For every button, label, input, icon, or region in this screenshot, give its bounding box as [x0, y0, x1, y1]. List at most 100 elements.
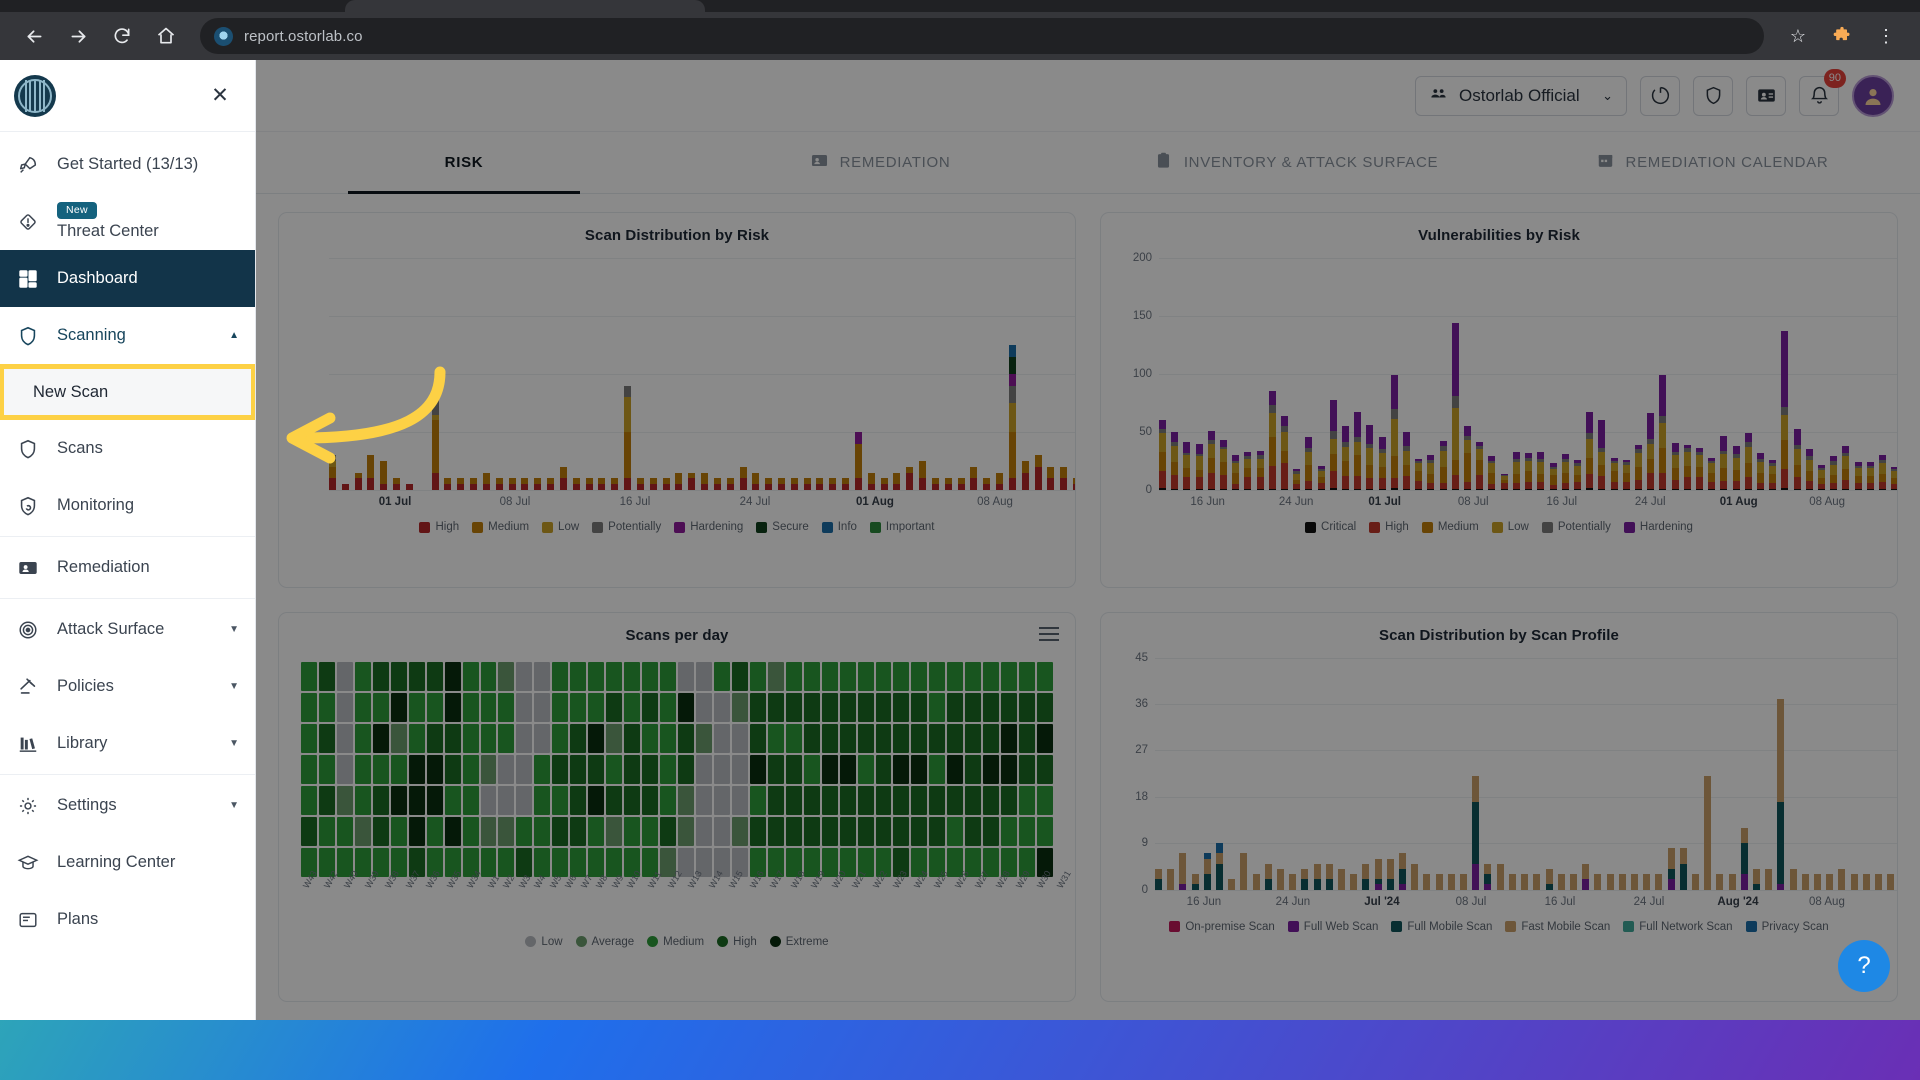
bar[interactable] — [662, 478, 670, 490]
back-arrow-icon[interactable] — [14, 16, 54, 56]
heatmap-cell[interactable] — [516, 785, 533, 815]
legend-item[interactable]: High — [717, 936, 757, 948]
bar[interactable] — [1293, 469, 1301, 490]
heatmap-cell[interactable] — [516, 692, 533, 722]
legend-item[interactable]: On-premise Scan — [1169, 921, 1275, 933]
heatmap-cell[interactable] — [642, 723, 659, 753]
heatmap-cell[interactable] — [354, 816, 371, 846]
heatmap-cell[interactable] — [534, 723, 551, 753]
bar[interactable] — [1557, 874, 1565, 890]
heatmap-cell[interactable] — [749, 723, 766, 753]
heatmap-cell[interactable] — [354, 661, 371, 691]
shield-status-icon[interactable] — [1693, 75, 1733, 116]
heatmap-cell[interactable] — [1037, 723, 1054, 753]
bar[interactable] — [1598, 420, 1606, 490]
heatmap-cell[interactable] — [1037, 692, 1054, 722]
heatmap-cell[interactable] — [1019, 661, 1036, 691]
heatmap-cell[interactable] — [821, 754, 838, 784]
heatmap-cell[interactable] — [516, 661, 533, 691]
bell-icon[interactable]: 90 — [1799, 68, 1846, 116]
heatmap-cell[interactable] — [857, 754, 874, 784]
heatmap-cell[interactable] — [785, 785, 802, 815]
heatmap-cell[interactable] — [426, 692, 443, 722]
heatmap-cell[interactable] — [857, 723, 874, 753]
bar[interactable] — [1695, 448, 1703, 490]
bar[interactable] — [1643, 874, 1651, 890]
heatmap-cell[interactable] — [983, 692, 1000, 722]
bar[interactable] — [1561, 454, 1569, 490]
heatmap-cell[interactable] — [767, 754, 784, 784]
bar[interactable] — [1582, 863, 1590, 890]
heatmap-cell[interactable] — [552, 692, 569, 722]
bar[interactable] — [1488, 456, 1496, 490]
bar[interactable] — [1378, 436, 1386, 490]
bar[interactable] — [1325, 863, 1333, 890]
heatmap-cell[interactable] — [983, 816, 1000, 846]
heatmap-cell[interactable] — [534, 661, 551, 691]
bar[interactable] — [957, 478, 965, 490]
heatmap-cell[interactable] — [965, 661, 982, 691]
heatmap-cell[interactable] — [480, 816, 497, 846]
heatmap-cell[interactable] — [318, 661, 335, 691]
bar[interactable] — [1500, 473, 1508, 490]
bar[interactable] — [919, 461, 927, 490]
heatmap-cell[interactable] — [390, 785, 407, 815]
bar[interactable] — [816, 478, 824, 490]
heatmap-cell[interactable] — [336, 692, 353, 722]
bar[interactable] — [1228, 879, 1236, 890]
bar[interactable] — [1415, 458, 1423, 490]
bar[interactable] — [1313, 863, 1321, 890]
bar[interactable] — [1756, 452, 1764, 490]
bar[interactable] — [1667, 848, 1675, 890]
heatmap-cell[interactable] — [731, 816, 748, 846]
heatmap-cell[interactable] — [624, 754, 641, 784]
legend-item[interactable]: Critical — [1305, 521, 1356, 533]
heatmap-cell[interactable] — [390, 692, 407, 722]
heatmap-cell[interactable] — [1019, 785, 1036, 815]
bar[interactable] — [1744, 433, 1752, 490]
heatmap-cell[interactable] — [498, 816, 515, 846]
heatmap-cell[interactable] — [803, 661, 820, 691]
legend-item[interactable]: Extreme — [769, 936, 829, 948]
bar[interactable] — [559, 466, 567, 490]
heatmap-cell[interactable] — [911, 692, 928, 722]
bar[interactable] — [1252, 874, 1260, 890]
bar[interactable] — [1671, 442, 1679, 490]
heatmap-cell[interactable] — [893, 816, 910, 846]
bar[interactable] — [1390, 375, 1398, 490]
bar[interactable] — [1850, 874, 1858, 890]
heatmap-cell[interactable] — [498, 785, 515, 815]
scan-status-icon[interactable] — [1640, 75, 1680, 116]
heatmap-cell[interactable] — [624, 661, 641, 691]
bar[interactable] — [636, 478, 644, 490]
heatmap-cell[interactable] — [480, 723, 497, 753]
heatmap-cell[interactable] — [929, 692, 946, 722]
heatmap-cell[interactable] — [516, 816, 533, 846]
bar[interactable] — [1842, 445, 1850, 490]
heatmap-cell[interactable] — [408, 661, 425, 691]
heatmap-cell[interactable] — [803, 816, 820, 846]
heatmap-cell[interactable] — [983, 661, 1000, 691]
bar[interactable] — [1021, 461, 1029, 490]
bar[interactable] — [611, 478, 619, 490]
bar[interactable] — [1301, 868, 1309, 890]
bar[interactable] — [1683, 444, 1691, 490]
heatmap-cell[interactable] — [606, 692, 623, 722]
heatmap-cell[interactable] — [965, 723, 982, 753]
heatmap-cell[interactable] — [624, 816, 641, 846]
bar[interactable] — [1472, 776, 1480, 890]
bar[interactable] — [341, 484, 349, 490]
heatmap-cell[interactable] — [660, 692, 677, 722]
bar[interactable] — [534, 478, 542, 490]
tab-remediation-calendar[interactable]: REMEDIATION CALENDAR — [1504, 132, 1920, 194]
bar[interactable] — [1805, 449, 1813, 490]
heatmap-cell[interactable] — [947, 723, 964, 753]
heatmap-cell[interactable] — [372, 661, 389, 691]
bar[interactable] — [585, 478, 593, 490]
heatmap-cell[interactable] — [929, 754, 946, 784]
bar[interactable] — [1374, 858, 1382, 890]
legend-item[interactable]: Privacy Scan — [1745, 921, 1829, 933]
legend-item[interactable]: Medium — [647, 936, 704, 948]
bar[interactable] — [547, 478, 555, 490]
bar[interactable] — [1586, 412, 1594, 490]
